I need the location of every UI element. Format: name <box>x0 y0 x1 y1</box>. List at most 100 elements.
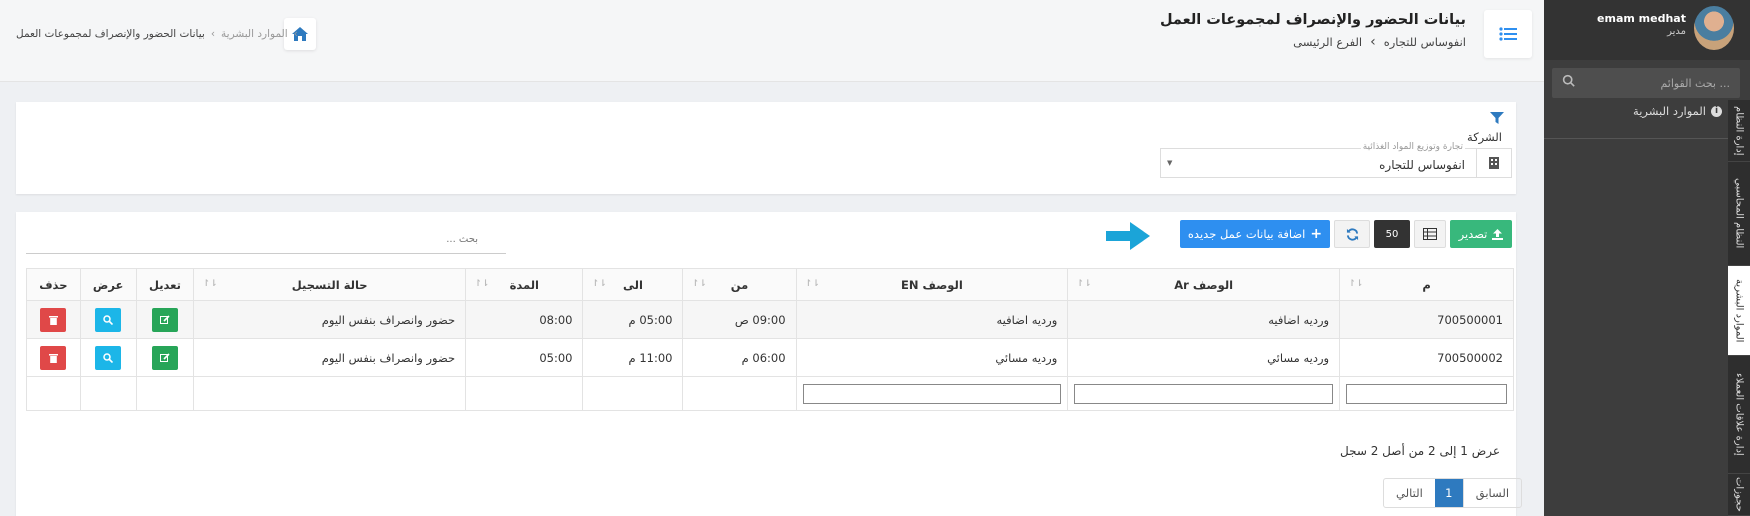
tab-system-admin[interactable]: إدارة النظام <box>1728 100 1750 162</box>
menu-toggle-button[interactable] <box>1484 10 1532 58</box>
export-button[interactable]: تصدير <box>1450 220 1512 248</box>
table-header-row: م ⇂↾ الوصف Ar ⇂↾ الوصف EN ⇂↾ من ⇂↾ الى ⇂↾ الم… <box>26 268 1514 301</box>
cell-delete <box>26 338 81 377</box>
company-filter-label: الشركة <box>1467 130 1502 144</box>
filter-cell <box>582 376 684 411</box>
col-header-from[interactable]: من ⇂↾ <box>682 268 797 301</box>
prev-page-button[interactable]: السابق <box>1462 479 1521 507</box>
sidebar: emam medhat مدير بحث القوائم ... الموارد… <box>1544 0 1750 516</box>
cell-desc-en: ورديه اضافيه <box>795 300 1069 339</box>
delete-button[interactable] <box>40 307 67 332</box>
tab-bookings[interactable]: حجوزات <box>1728 474 1750 516</box>
columns-button[interactable] <box>1414 220 1446 248</box>
building-icon <box>1476 149 1511 177</box>
table-row: 700500001 ورديه اضافيه ورديه اضافيه 09:0… <box>26 300 1514 339</box>
edit-icon <box>159 314 170 324</box>
menu-search-placeholder: بحث القوائم ... <box>1660 77 1730 90</box>
col-header-status[interactable]: حالة التسجيل ⇂↾ <box>193 268 467 301</box>
company-select[interactable]: تجارة وتوزيع المواد الغذائية انفوساس للت… <box>1160 142 1512 178</box>
edit-icon <box>159 352 170 362</box>
tab-hr[interactable]: الموارد البشرية <box>1728 266 1750 356</box>
cell-to: 05:00 م <box>582 300 684 339</box>
company-select-value: انفوساس للتجاره <box>1379 158 1465 172</box>
caret-down-icon: ▼ <box>1167 159 1173 167</box>
filter-cell <box>795 376 1069 411</box>
col-header-duration[interactable]: المدة ⇂↾ <box>465 268 584 301</box>
module-tabs: إدارة النظام النظام المحاسبي الموارد الب… <box>1728 100 1750 516</box>
chevron-left-icon: ‹ <box>293 28 298 40</box>
company-name: انفوساس للتجاره <box>1383 35 1466 49</box>
cell-desc-ar: ورديه مسائي <box>1067 338 1341 377</box>
data-table-card: تصدير 50 اضافة بيانات عمل جديده + م⇂↾ ال… <box>16 212 1523 516</box>
edit-button[interactable] <box>151 307 178 332</box>
view-button[interactable] <box>95 345 122 370</box>
cell-desc-ar: ورديه اضافيه <box>1067 300 1341 339</box>
filter-cell <box>193 376 467 411</box>
user-panel: emam medhat مدير <box>1544 0 1750 60</box>
cell-id: 700500001 <box>1339 300 1514 339</box>
table-row: 700500002 ورديه مسائي ورديه مسائي 06:00 … <box>26 338 1514 377</box>
filter-icon <box>1490 112 1504 124</box>
col-header-edit: تعديل <box>135 268 195 301</box>
delete-button[interactable] <box>40 345 67 370</box>
cell-duration: 08:00 <box>465 300 584 339</box>
top-bar: بيانات الحضور والإنصراف لمجموعات العمل ا… <box>0 0 1544 82</box>
tab-accounting[interactable]: النظام المحاسبي <box>1728 162 1750 266</box>
user-role: مدير <box>1667 26 1686 37</box>
table-icon <box>1423 228 1437 240</box>
col-header-id[interactable]: م ⇂↾ <box>1339 268 1514 301</box>
work-data-table: م ⇂↾ الوصف Ar ⇂↾ الوصف EN ⇂↾ من ⇂↾ الى ⇂↾ الم… <box>26 268 1514 411</box>
filter-card: الشركة تجارة وتوزيع المواد الغذائية انفو… <box>16 102 1516 194</box>
breadcrumb: بيانات الحضور والإنصراف لمجموعات العمل ‹… <box>16 28 298 40</box>
col-header-desc-en[interactable]: الوصف EN ⇂↾ <box>795 268 1069 301</box>
view-button[interactable] <box>95 307 122 332</box>
desc-ar-filter-input[interactable] <box>1074 383 1334 404</box>
search-icon <box>103 314 114 325</box>
sort-icon: ⇂↾ <box>591 279 607 289</box>
add-work-data-button[interactable]: اضافة بيانات عمل جديده + <box>1180 220 1330 248</box>
col-header-to[interactable]: الى ⇂↾ <box>582 268 684 301</box>
page-length-button[interactable]: 50 <box>1374 220 1410 248</box>
id-filter-input[interactable] <box>1346 383 1507 404</box>
table-search-input[interactable] <box>38 234 478 245</box>
sidebar-item-label: الموارد البشرية <box>1633 104 1706 118</box>
desc-en-filter-input[interactable] <box>802 383 1062 404</box>
chevron-left-icon: ‹ <box>210 28 216 40</box>
trash-icon <box>48 353 58 363</box>
filter-cell <box>79 376 137 411</box>
col-header-delete: حذف <box>26 268 81 301</box>
user-name: emam medhat <box>1597 12 1686 25</box>
col-header-view: عرض <box>79 268 137 301</box>
sort-icon: ⇂↾ <box>804 279 820 289</box>
company-field-label: تجارة وتوزيع المواد الغذائية <box>1360 142 1465 152</box>
table-search-field <box>26 230 506 254</box>
cell-desc-en: ورديه مسائي <box>795 338 1069 377</box>
refresh-icon <box>1346 227 1358 241</box>
filter-cell <box>682 376 797 411</box>
table-info: عرض 1 إلى 2 من أصل 2 سجل <box>1340 444 1500 458</box>
tab-crm[interactable]: إدارة علاقات العملاء <box>1728 356 1750 474</box>
breadcrumb-current: بيانات الحضور والإنصراف لمجموعات العمل <box>16 28 205 40</box>
sort-icon: ⇂↾ <box>474 279 490 289</box>
edit-button[interactable] <box>151 345 178 370</box>
cell-from: 06:00 م <box>682 338 797 377</box>
column-filter-row <box>26 376 1514 411</box>
page-number-button[interactable]: 1 <box>1434 479 1463 507</box>
plus-icon: + <box>1310 226 1323 242</box>
info-icon: i <box>1711 105 1722 117</box>
col-header-desc-ar[interactable]: الوصف Ar ⇂↾ <box>1067 268 1341 301</box>
next-page-button[interactable]: التالي <box>1384 479 1435 507</box>
add-label: اضافة بيانات عمل جديده <box>1187 227 1306 241</box>
breadcrumb-section[interactable]: الموارد البشرية <box>221 28 288 40</box>
filter-cell <box>135 376 195 411</box>
cell-from: 09:00 ص <box>682 300 797 339</box>
cell-duration: 05:00 <box>465 338 584 377</box>
refresh-button[interactable] <box>1334 220 1370 248</box>
avatar[interactable] <box>1694 6 1734 50</box>
trash-icon <box>48 315 58 325</box>
search-icon <box>1562 74 1575 87</box>
menu-search-input[interactable]: بحث القوائم ... <box>1552 68 1740 98</box>
sidebar-item-hr[interactable]: الموارد البشرية i <box>1633 104 1722 118</box>
page-title: بيانات الحضور والإنصراف لمجموعات العمل <box>1159 12 1466 28</box>
upload-icon <box>1492 228 1504 240</box>
